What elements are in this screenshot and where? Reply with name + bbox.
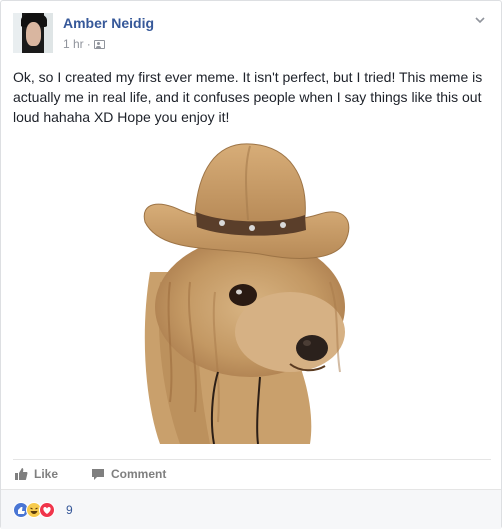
friends-icon[interactable]: [93, 39, 105, 49]
post-meta: 1 hr ·: [63, 37, 105, 51]
photo-illustration: [140, 132, 364, 444]
reaction-icons[interactable]: [13, 502, 55, 518]
like-label: Like: [34, 467, 59, 481]
thumbs-up-icon: [15, 468, 28, 480]
reactions-bar: 9: [1, 489, 501, 529]
meta-separator: ·: [86, 37, 91, 51]
comment-icon: [92, 469, 104, 480]
feed-post: Amber Neidig 1 hr · Ok, so I created my …: [0, 0, 502, 529]
reaction-count[interactable]: 9: [66, 503, 73, 517]
action-divider: [13, 459, 491, 460]
comment-button[interactable]: Comment: [91, 466, 166, 482]
post-text: Ok, so I created my first ever meme. It …: [13, 69, 483, 125]
author-avatar[interactable]: [13, 13, 53, 53]
love-reaction-icon: [39, 502, 55, 518]
chevron-down-icon[interactable]: [473, 13, 487, 27]
post-timestamp[interactable]: 1 hr: [63, 37, 84, 51]
author-name-link[interactable]: Amber Neidig: [63, 15, 154, 31]
like-button[interactable]: Like: [14, 466, 58, 482]
comment-label: Comment: [111, 467, 167, 481]
dog-in-cowboy-hat-photo[interactable]: [140, 132, 364, 444]
